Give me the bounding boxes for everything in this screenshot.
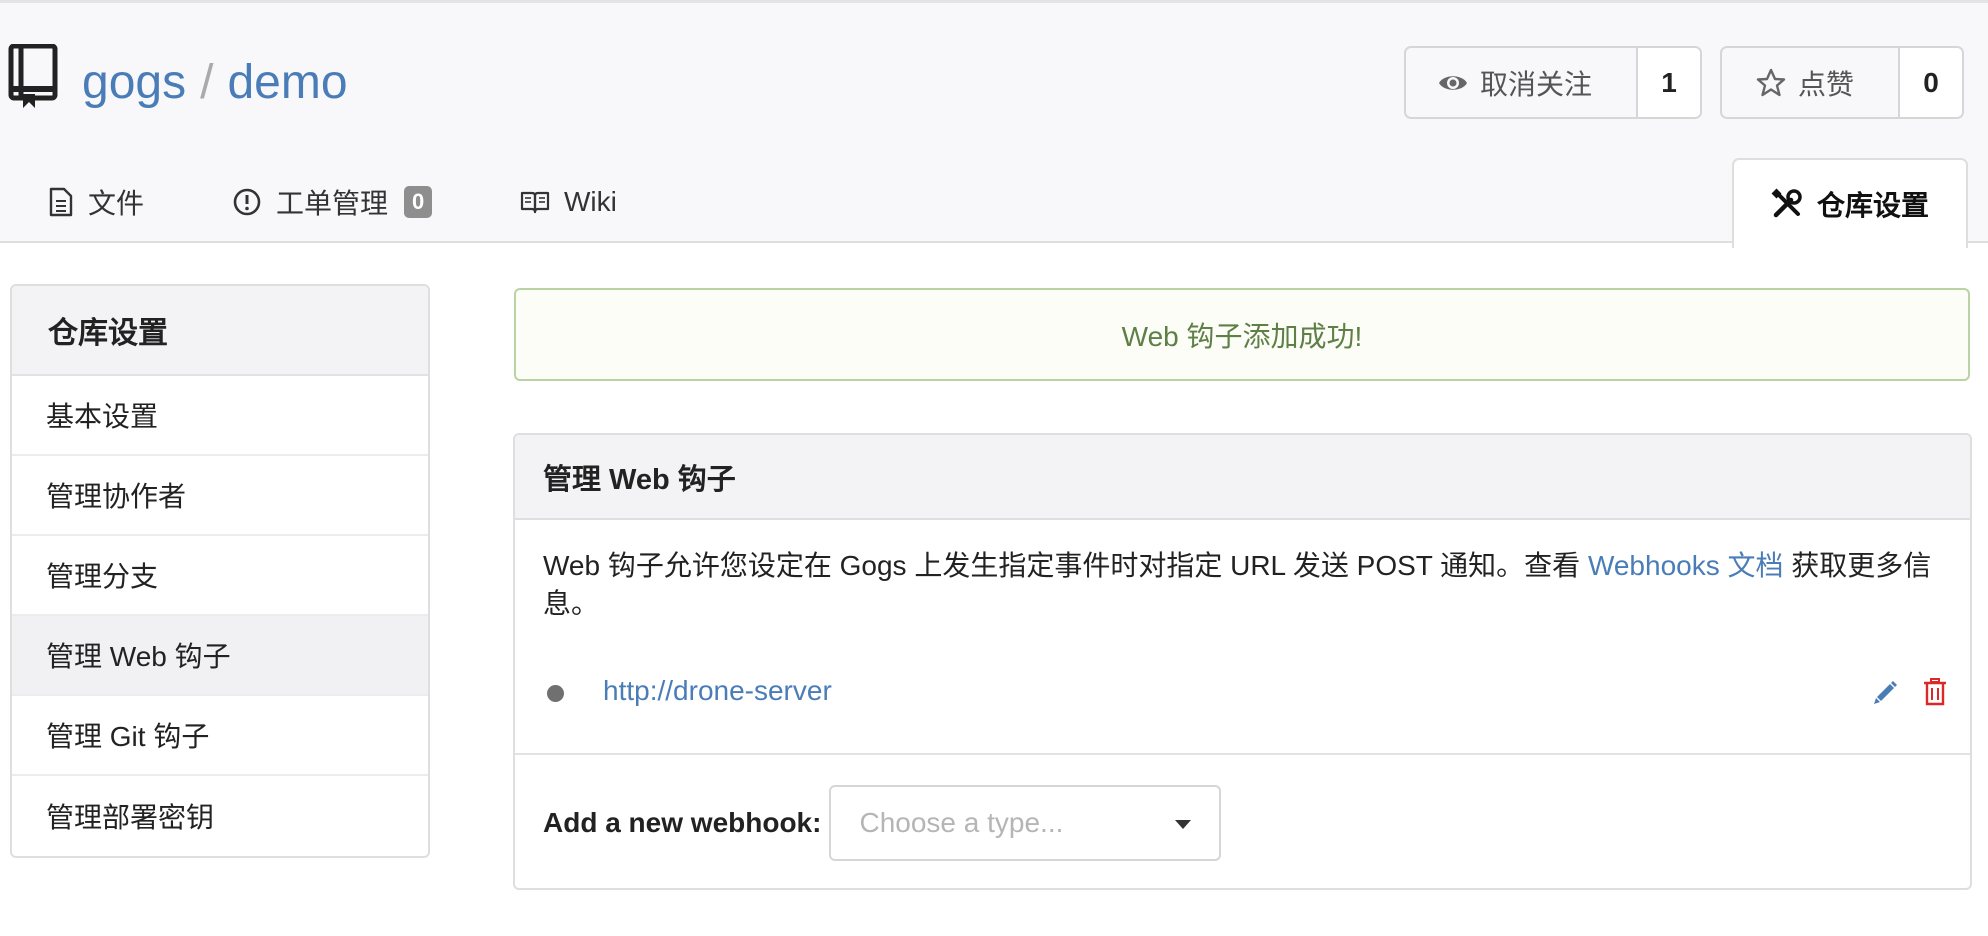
star-button[interactable]: 点赞 — [1722, 48, 1900, 117]
sidebar-title: 仓库设置 — [12, 286, 428, 376]
webhooks-panel-title: 管理 Web 钩子 — [515, 435, 1970, 520]
tab-wiki[interactable]: Wiki — [520, 158, 617, 246]
tools-icon — [1771, 188, 1802, 218]
webhooks-docs-link[interactable]: Webhooks 文档 — [1588, 550, 1784, 581]
webhooks-description: Web 钩子允许您设定在 Gogs 上发生指定事件时对指定 URL 发送 POS… — [543, 547, 1943, 623]
webhook-status-dot — [547, 685, 564, 702]
repo-header: gogs / demo 取消关注 1 点赞 0 文件 工单管理 0 Wiki 仓… — [0, 0, 1988, 248]
repo-tabs: 文件 工单管理 0 Wiki 仓库设置 — [0, 158, 1988, 248]
star-button-group: 点赞 0 — [1720, 46, 1964, 119]
trash-icon[interactable] — [1921, 677, 1949, 707]
issue-icon — [233, 188, 261, 216]
webhook-type-dropdown[interactable]: Choose a type... — [829, 785, 1222, 861]
tab-settings-label: 仓库设置 — [1816, 190, 1929, 221]
webhook-item: http://drone-server — [543, 673, 1946, 713]
settings-sidebar: 仓库设置 基本设置 管理协作者 管理分支 管理 Web 钩子 管理 Git 钩子… — [10, 284, 430, 858]
tab-files-label: 文件 — [88, 188, 145, 219]
issues-count-badge: 0 — [404, 186, 433, 218]
sidebar-item-deploy-keys[interactable]: 管理部署密钥 — [12, 776, 428, 856]
webhooks-panel: 管理 Web 钩子 Web 钩子允许您设定在 Gogs 上发生指定事件时对指定 … — [513, 433, 1972, 890]
repo-icon — [8, 44, 58, 108]
star-label: 点赞 — [1798, 68, 1855, 100]
webhook-type-placeholder: Choose a type... — [859, 807, 1064, 838]
sidebar-item-webhooks[interactable]: 管理 Web 钩子 — [12, 616, 428, 696]
file-icon — [49, 187, 73, 217]
book-icon — [520, 191, 550, 214]
repo-path-separator: / — [200, 56, 214, 109]
caret-down-icon — [1175, 820, 1192, 829]
add-webhook-label: Add a new webhook: — [543, 807, 822, 838]
tab-wiki-label: Wiki — [564, 186, 617, 217]
sidebar-item-branches[interactable]: 管理分支 — [12, 536, 428, 616]
eye-icon — [1439, 75, 1467, 90]
unwatch-button[interactable]: 取消关注 — [1406, 48, 1638, 117]
webhook-url-link[interactable]: http://drone-server — [603, 675, 832, 707]
watchers-count[interactable]: 1 — [1638, 48, 1700, 117]
stars-count[interactable]: 0 — [1900, 48, 1962, 117]
webhooks-description-text: Web 钩子允许您设定在 Gogs 上发生指定事件时对指定 URL 发送 POS… — [543, 550, 1588, 581]
repo-owner-link[interactable]: gogs — [82, 56, 186, 109]
success-alert: Web 钩子添加成功! — [514, 288, 1970, 381]
tab-issues-label: 工单管理 — [276, 188, 389, 219]
sidebar-item-basic[interactable]: 基本设置 — [12, 376, 428, 456]
add-webhook-row: Add a new webhook: Choose a type... — [543, 785, 1222, 861]
repo-name-link[interactable]: demo — [227, 56, 347, 109]
tab-issues[interactable]: 工单管理 0 — [232, 158, 433, 246]
star-icon — [1756, 68, 1786, 96]
pencil-icon[interactable] — [1871, 677, 1901, 707]
repo-title: gogs / demo — [82, 51, 348, 115]
tab-files[interactable]: 文件 — [48, 158, 144, 246]
sidebar-item-git-hooks[interactable]: 管理 Git 钩子 — [12, 696, 428, 776]
panel-divider — [515, 753, 1970, 755]
watch-button-group: 取消关注 1 — [1404, 46, 1702, 119]
unwatch-label: 取消关注 — [1480, 68, 1593, 100]
tab-settings[interactable]: 仓库设置 — [1732, 158, 1968, 248]
sidebar-item-collaborators[interactable]: 管理协作者 — [12, 456, 428, 536]
